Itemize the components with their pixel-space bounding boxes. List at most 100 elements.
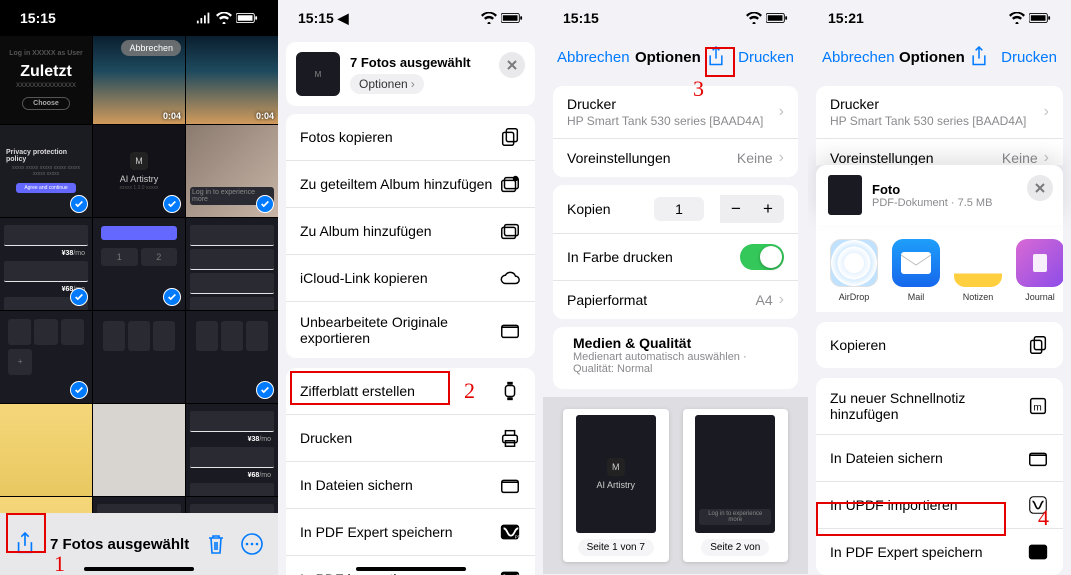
status-bar: 15:21 (808, 0, 1071, 36)
action-watchface[interactable]: Zifferblatt erstellen (286, 368, 535, 415)
status-icons (746, 12, 788, 24)
photo-thumb[interactable]: ¥38/mo ¥68/mo ¥128/mo (0, 218, 92, 310)
action-updf[interactable]: In UPDF importieren (816, 482, 1063, 529)
printer-block: DruckerHP Smart Tank 530 series [BAAD4A]… (816, 86, 1063, 177)
action-pdf-convert[interactable]: In PDF konvertierenPDF (286, 556, 535, 575)
action-pdf-expert[interactable]: In PDF Expert speichern (816, 529, 1063, 575)
photo-thumb[interactable]: 0:04 (186, 36, 278, 124)
signal-icon (196, 12, 212, 24)
photo-thumb[interactable]: Privacy protection policy xxxxx xxxxx xx… (0, 125, 92, 217)
check-icon[interactable] (256, 381, 274, 399)
action-shared-album[interactable]: Zu geteiltem Album hinzufügen (286, 161, 535, 208)
status-bar: 15:15 (0, 0, 278, 36)
annotation-number: 4 (1038, 505, 1049, 531)
annotation-number: 3 (693, 76, 704, 102)
cancel-button[interactable]: Abbrechen (822, 49, 895, 66)
photo-thumb[interactable] (0, 404, 92, 496)
panel-share-sheet: 15:15 ◀ M 7 Fotos ausgewählt Optionen› F… (278, 0, 543, 575)
close-button[interactable] (499, 52, 525, 78)
status-bar: 15:15 (543, 0, 808, 36)
location-icon: ◀ (338, 10, 349, 26)
action-print[interactable]: Drucken (286, 415, 535, 462)
copies-stepper[interactable]: 1 − + (654, 195, 784, 223)
photo-grid[interactable]: Log in XXXXX as User Zuletzt XXXXXXXXXXX… (0, 36, 278, 575)
selection-count: 7 Fotos ausgewählt (50, 536, 192, 553)
photo-thumb[interactable] (186, 218, 278, 310)
action-list: Fotos kopieren Zu geteiltem Album hinzuf… (286, 114, 535, 358)
check-icon[interactable] (70, 195, 88, 213)
bottom-toolbar: 7 Fotos ausgewählt (0, 513, 278, 575)
media-title: Medien & Qualität (553, 327, 798, 351)
folder-icon (499, 319, 521, 341)
photo-thumb[interactable]: + (0, 311, 92, 403)
panel-print-options: 15:15 Abbrechen Optionen Drucken Drucker… (543, 0, 808, 575)
trash-icon[interactable] (206, 533, 226, 555)
document-subtitle: PDF-Dokument · 7.5 MB (872, 197, 992, 209)
photo-thumb[interactable]: 12 (93, 218, 185, 310)
printer-row[interactable]: DruckerHP Smart Tank 530 series [BAAD4A]… (553, 86, 798, 139)
action-export-originals[interactable]: Unbearbeitete Originale exportieren (286, 302, 535, 358)
action-save-files[interactable]: In Dateien sichern (286, 462, 535, 509)
check-icon[interactable] (256, 195, 274, 213)
preview-page[interactable]: Log in to experience more Seite 2 von (683, 409, 789, 562)
battery-icon (236, 12, 258, 24)
action-quicknote[interactable]: Zu neuer Schnellnotiz hinzufügenm (816, 378, 1063, 435)
photo-thumb[interactable]: Log in to experience more (186, 125, 278, 217)
printer-row[interactable]: DruckerHP Smart Tank 530 series [BAAD4A]… (816, 86, 1063, 139)
photo-thumb[interactable] (93, 311, 185, 403)
action-copy[interactable]: Kopieren (816, 322, 1063, 368)
plus-button[interactable]: + (752, 195, 784, 223)
print-button[interactable]: Drucken (738, 49, 794, 66)
preview-page[interactable]: MAI Artistry Seite 1 von 7 (563, 409, 669, 562)
status-time: 15:15 (298, 10, 334, 26)
cancel-button[interactable]: Abbrechen (557, 49, 630, 66)
recents-header: Log in XXXXX as User Zuletzt XXXXXXXXXXX… (0, 36, 92, 124)
check-icon[interactable] (70, 288, 88, 306)
action-pdf-expert[interactable]: In PDF Expert speichernPDF (286, 509, 535, 556)
check-icon[interactable] (163, 288, 181, 306)
share-icon[interactable] (14, 532, 36, 556)
app-airdrop[interactable]: AirDrop (830, 239, 878, 302)
print-previews: MAI Artistry Seite 1 von 7 Log in to exp… (543, 397, 808, 574)
app-row[interactable]: AirDrop Mail Notizen Journal F… (816, 225, 1063, 312)
color-toggle[interactable] (740, 244, 784, 270)
share-icon[interactable] (706, 46, 726, 68)
action-add-album[interactable]: Zu Album hinzufügen (286, 208, 535, 255)
more-icon[interactable] (240, 532, 264, 556)
app-journal[interactable]: Journal (1016, 239, 1063, 302)
nav-bar: Abbrechen Optionen Drucken (543, 36, 808, 78)
check-icon[interactable] (163, 195, 181, 213)
minus-button[interactable]: − (720, 195, 752, 223)
action-copy-photos[interactable]: Fotos kopieren (286, 114, 535, 161)
photo-thumb[interactable]: Abbrechen 0:04 (93, 36, 185, 124)
airdrop-icon (830, 239, 878, 287)
copy-icon (499, 126, 521, 148)
presets-row[interactable]: Voreinstellungen Keine› (553, 139, 798, 177)
home-indicator[interactable] (356, 567, 466, 571)
printer-icon (499, 427, 521, 449)
share-thumb: M (296, 52, 340, 96)
action-icloud-link[interactable]: iCloud-Link kopieren (286, 255, 535, 302)
copy-icon (1027, 334, 1049, 356)
photo-thumb[interactable]: M AI Artistry xxxxx 1.0.0 xxxxx (93, 125, 185, 217)
photo-thumb[interactable]: ¥38/mo ¥68/mo ¥128/mo (186, 404, 278, 496)
pdf-convert-icon: PDF (499, 568, 521, 575)
app-mail[interactable]: Mail (892, 239, 940, 302)
folder-icon (499, 474, 521, 496)
home-indicator[interactable] (84, 567, 194, 571)
print-button[interactable]: Drucken (1001, 49, 1057, 66)
photo-thumb[interactable] (186, 311, 278, 403)
photo-thumb[interactable] (93, 404, 185, 496)
cancel-pill[interactable]: Abbrechen (121, 40, 181, 56)
share-icon[interactable] (969, 46, 989, 68)
app-notes[interactable]: Notizen (954, 239, 1002, 302)
media-block[interactable]: Medien & Qualität Medienart automatisch … (553, 327, 798, 389)
paper-row[interactable]: Papierformat A4› (553, 281, 798, 319)
action-save-files[interactable]: In Dateien sichern (816, 435, 1063, 482)
options-button[interactable]: Optionen› (350, 74, 424, 94)
battery-icon (501, 12, 523, 24)
document-header: Foto PDF-Dokument · 7.5 MB (816, 165, 1063, 225)
close-button[interactable] (1027, 175, 1053, 201)
check-icon[interactable] (70, 381, 88, 399)
share-action-list-2: Zu neuer Schnellnotiz hinzufügenm In Dat… (816, 378, 1063, 575)
